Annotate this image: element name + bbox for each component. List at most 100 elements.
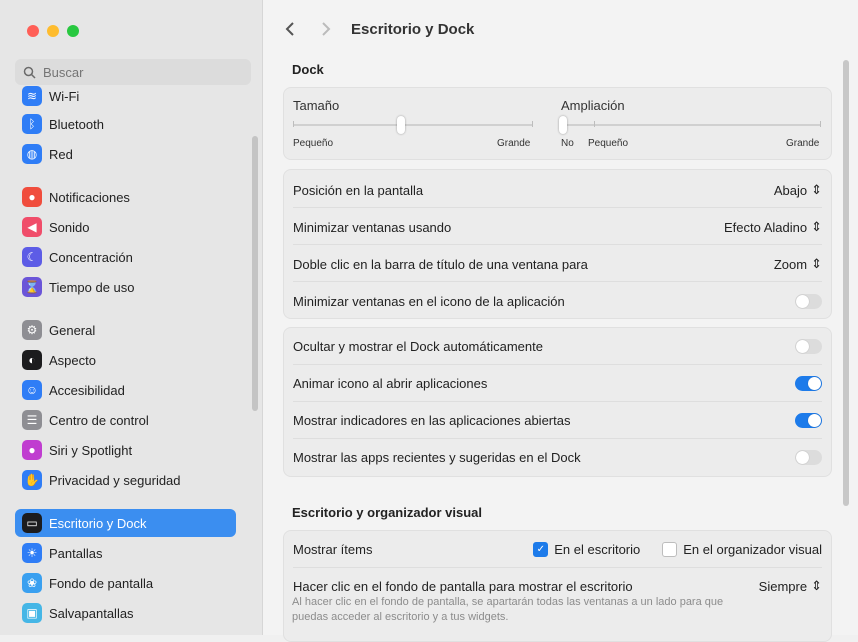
sidebar-item-escritorio-y-dock[interactable]: ▭ Escritorio y Dock (15, 509, 236, 537)
close-button[interactable] (27, 25, 39, 37)
section-title-desktop: Escritorio y organizador visual (292, 505, 482, 520)
magnification-tick (820, 121, 821, 127)
window-controls (27, 25, 79, 37)
size-label: Tamaño (293, 98, 340, 113)
sidebar-item-centro-de-control[interactable]: ☰ Centro de control (15, 406, 236, 434)
magnification-off-label: No (561, 138, 574, 149)
minimize-effect-label: Minimizar ventanas usando (293, 219, 452, 235)
speaker-icon: ◀ (22, 217, 42, 237)
search-input[interactable] (41, 63, 235, 81)
dock-behavior-card: Ocultar y mostrar el Dock automáticament… (283, 327, 832, 477)
recent-apps-toggle[interactable] (795, 449, 822, 465)
sidebar-item-accesibilidad[interactable]: ☺ Accesibilidad (15, 376, 236, 404)
sidebar-item-label: Escritorio y Dock (49, 515, 147, 531)
back-button[interactable] (278, 17, 302, 41)
siri-icon: ● (22, 440, 42, 460)
minimize-button[interactable] (47, 25, 59, 37)
double-click-label: Doble clic en la barra de título de una … (293, 256, 588, 272)
click-wallpaper-description: Al hacer clic en el fondo de pantalla, s… (292, 596, 724, 623)
row-recent-apps: Mostrar las apps recientes y sugeridas e… (293, 447, 822, 467)
zoom-button[interactable] (67, 25, 79, 37)
updown-chevron-icon: ⇕ (811, 182, 822, 197)
click-wallpaper-label: Hacer clic en el fondo de pantalla para … (293, 578, 633, 594)
main-scrollbar[interactable] (843, 60, 849, 506)
bell-icon: ● (22, 187, 42, 207)
sidebar-item-privacidad[interactable]: ✋ Privacidad y seguridad (15, 466, 236, 494)
sidebar-scrollbar[interactable] (252, 136, 258, 411)
sidebar-item-bluetooth[interactable]: ᛒ Bluetooth (15, 110, 236, 138)
globe-icon: ◍ (22, 144, 42, 164)
animate-toggle[interactable] (795, 375, 822, 391)
bluetooth-icon: ᛒ (22, 114, 42, 134)
minimize-effect-popup[interactable]: Efecto Aladino ⇕ (724, 219, 822, 235)
recent-apps-label: Mostrar las apps recientes y sugeridas e… (293, 449, 581, 465)
sidebar-item-red[interactable]: ◍ Red (15, 140, 236, 168)
updown-chevron-icon: ⇕ (811, 578, 822, 593)
sidebar-item-salvapantallas[interactable]: ▣ Salvapantallas (15, 599, 236, 627)
row-animate: Animar icono al abrir aplicaciones (293, 373, 822, 393)
section-title-dock: Dock (292, 62, 324, 77)
screensaver-icon: ▣ (22, 603, 42, 623)
position-popup[interactable]: Abajo ⇕ (774, 182, 822, 198)
row-click-wallpaper: Hacer clic en el fondo de pantalla para … (293, 576, 822, 596)
size-tick (293, 121, 294, 127)
sidebar-item-concentracion[interactable]: ☾ Concentración (15, 243, 236, 271)
sidebar-item-sonido[interactable]: ◀ Sonido (15, 213, 236, 241)
size-min-label: Pequeño (293, 138, 334, 149)
sidebar-item-pantallas[interactable]: ☀ Pantallas (15, 539, 236, 567)
size-tick (532, 121, 533, 127)
divider (293, 438, 822, 439)
sidebar-item-fondo-de-pantalla[interactable]: ❀ Fondo de pantalla (15, 569, 236, 597)
sidebar-item-label: Aspecto (49, 352, 96, 368)
stage-manager-option-label: En el organizador visual (683, 541, 822, 557)
show-items-label: Mostrar ítems (293, 541, 373, 557)
indicators-toggle[interactable] (795, 412, 822, 428)
click-wallpaper-value: Siempre (758, 578, 808, 594)
toolbar: Escritorio y Dock (263, 0, 858, 58)
forward-button[interactable] (314, 17, 338, 41)
search-field[interactable] (15, 59, 251, 85)
click-wallpaper-popup[interactable]: Siempre ⇕ (759, 578, 822, 594)
row-minimize-to-app: Minimizar ventanas en el icono de la apl… (293, 291, 822, 311)
sidebar-item-notificaciones[interactable]: ● Notificaciones (15, 183, 236, 211)
double-click-popup[interactable]: Zoom ⇕ (774, 256, 822, 272)
updown-chevron-icon: ⇕ (811, 256, 822, 271)
row-minimize-effect: Minimizar ventanas usando Efecto Aladino… (293, 217, 822, 237)
size-slider[interactable] (293, 124, 533, 126)
sidebar-item-siri[interactable]: ● Siri y Spotlight (15, 436, 236, 464)
show-items-options: ✓ En el escritorio En el organizador vis… (533, 541, 822, 557)
magnification-slider[interactable] (563, 124, 821, 126)
animate-label: Animar icono al abrir aplicaciones (293, 375, 488, 391)
sidebar-item-label: Fondo de pantalla (49, 575, 154, 591)
control-center-icon: ☰ (22, 410, 42, 430)
magnification-slider-thumb[interactable] (559, 116, 567, 134)
divider (293, 207, 822, 208)
wifi-icon: ≋ (22, 86, 42, 106)
minimize-to-app-label: Minimizar ventanas en el icono de la apl… (293, 293, 565, 309)
magnification-max-label: Grande (786, 138, 820, 149)
divider (293, 281, 822, 282)
divider (293, 401, 822, 402)
sidebar-item-label: Centro de control (49, 412, 149, 428)
sidebar-item-wifi[interactable]: ≋ Wi-Fi (15, 86, 236, 110)
minimize-to-app-toggle[interactable] (795, 293, 822, 309)
moon-icon: ☾ (22, 247, 42, 267)
sidebar-item-label: Red (49, 146, 73, 162)
sidebar-item-tiempo-de-uso[interactable]: ⌛ Tiempo de uso (15, 273, 236, 301)
dock-icon: ▭ (22, 513, 42, 533)
double-click-value: Zoom (773, 256, 808, 272)
sidebar-item-label: Sonido (49, 219, 90, 235)
autohide-toggle[interactable] (795, 338, 822, 354)
desktop-checkbox[interactable]: ✓ (533, 541, 549, 557)
chevron-left-icon (285, 22, 294, 36)
size-slider-thumb[interactable] (397, 116, 405, 134)
row-autohide: Ocultar y mostrar el Dock automáticament… (293, 336, 822, 356)
position-value: Abajo (773, 182, 808, 198)
sidebar-item-label: Accesibilidad (49, 382, 125, 398)
stage-manager-checkbox[interactable] (662, 541, 678, 557)
magnification-tick (594, 121, 595, 127)
row-indicators: Mostrar indicadores en las aplicaciones … (293, 410, 822, 430)
sidebar-item-general[interactable]: ⚙ General (15, 316, 236, 344)
accessibility-icon: ☺ (22, 380, 42, 400)
sidebar-item-aspecto[interactable]: ◐ Aspecto (15, 346, 236, 374)
